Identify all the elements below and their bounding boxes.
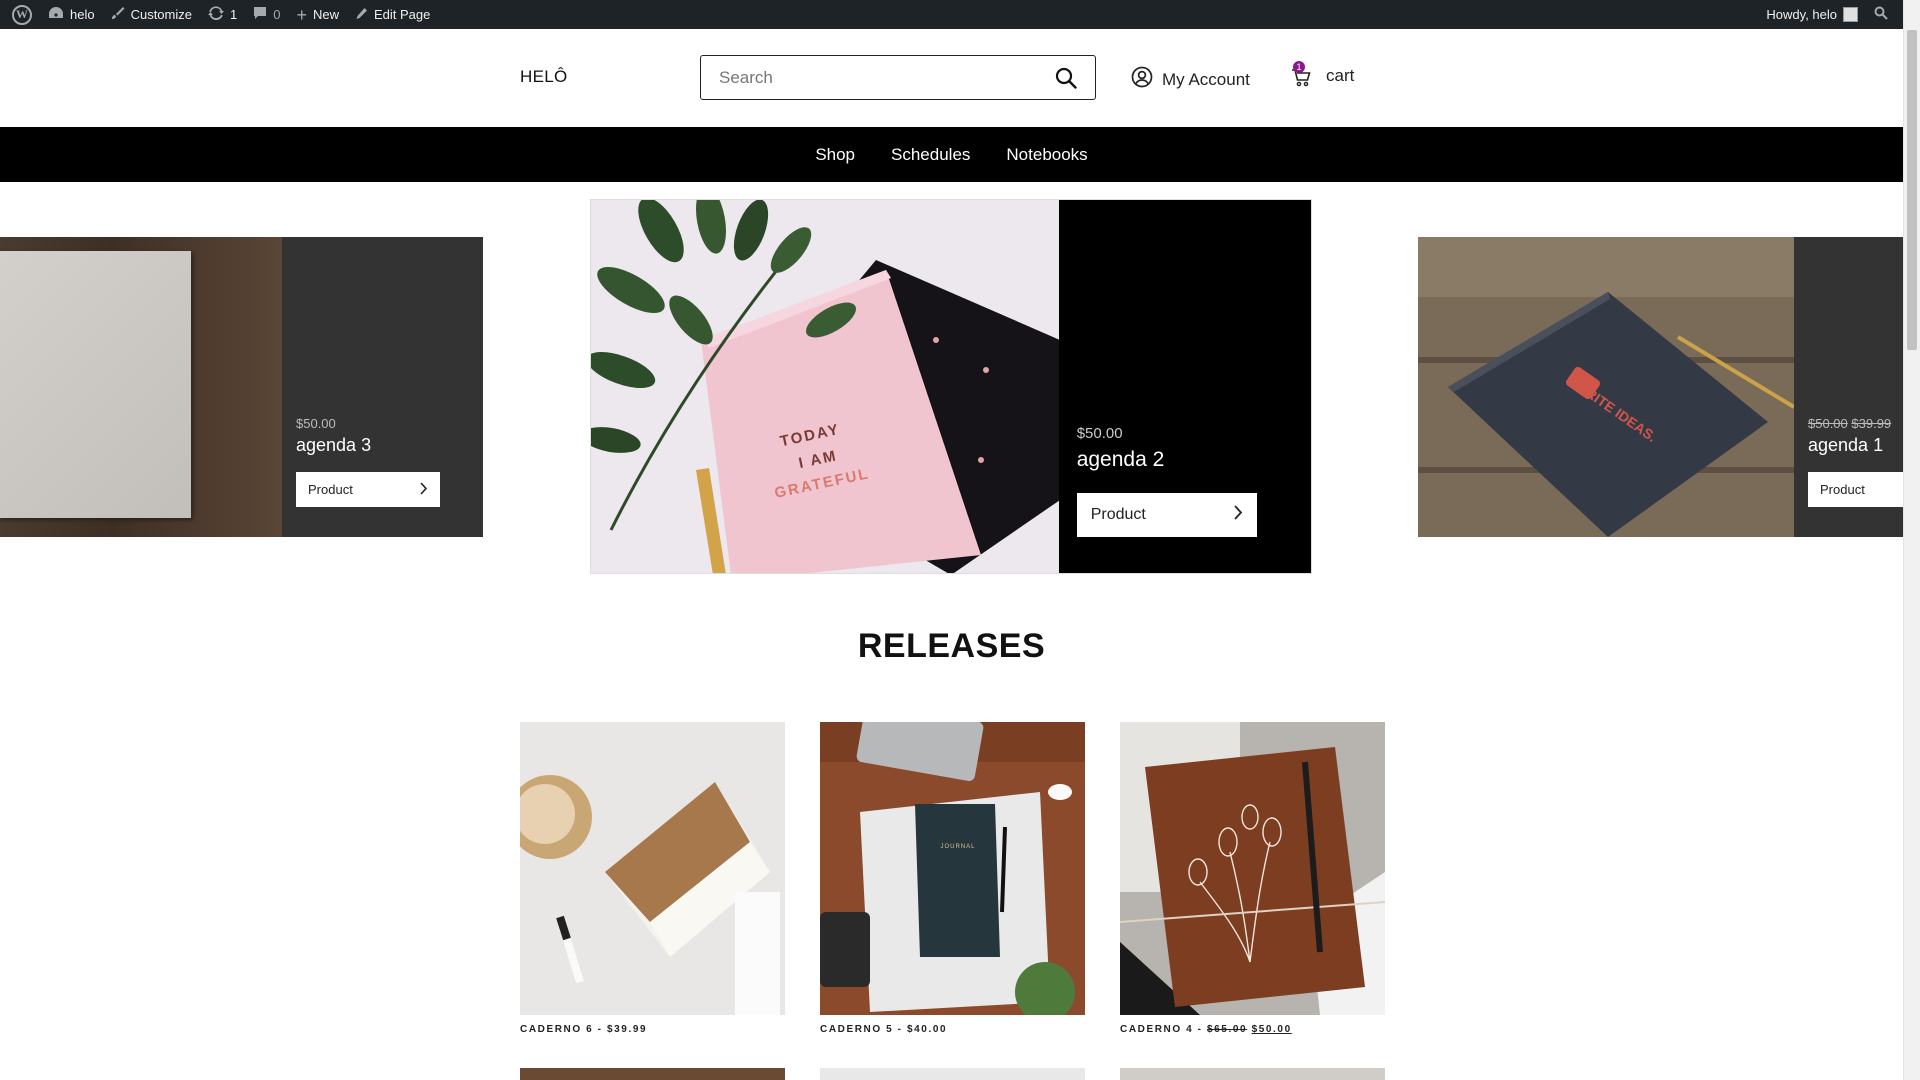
admin-search-button[interactable] (1866, 0, 1896, 29)
wordpress-icon: W (12, 4, 32, 25)
product-image (0, 237, 282, 537)
page-scrollbar[interactable] (1903, 0, 1920, 1080)
slide-price: $50.00 (1076, 425, 1123, 442)
sale-price: $39.99 (1851, 416, 1892, 431)
product-button-label: Product (1820, 482, 1865, 497)
product-card-row2-2[interactable] (820, 1068, 1085, 1080)
slide-info-panel: $50.00 agenda 2 Product (1058, 200, 1311, 573)
search-input[interactable] (719, 67, 1055, 88)
carousel-slide-agenda-1[interactable]: WRITE IDEAS. $50.00 $39.99 agenda 1 Prod… (1418, 237, 1903, 537)
product-label[interactable]: CADERNO 4 - $65.00 $50.00 (1120, 1024, 1385, 1035)
customize-label: Customize (130, 7, 192, 22)
product-button[interactable]: Product (296, 472, 440, 507)
slide-info-panel: $50.00 agenda 3 Product (282, 237, 483, 537)
slide-title: agenda 3 (296, 435, 372, 455)
avatar (1843, 7, 1858, 22)
edit-page-link[interactable]: Edit Page (347, 0, 438, 29)
svg-text:JOURNAL: JOURNAL (940, 844, 975, 850)
notebook-photo: TODAY I AM GRATEFUL (591, 200, 1059, 573)
product-button-label: Product (1090, 506, 1146, 523)
product-image: TODAY I AM GRATEFUL (591, 200, 1059, 573)
main-navigation: Shop Schedules Notebooks (0, 127, 1903, 182)
old-price: $50.00 (1808, 416, 1848, 431)
sale-price: $50.00 (1251, 1024, 1292, 1035)
pencil-icon (355, 7, 368, 23)
search-form (700, 55, 1096, 100)
product-card-caderno-5[interactable]: JOURNAL CADERNO 5 - $40.00 (820, 722, 1085, 1035)
product-card-caderno-4[interactable]: CADERNO 4 - $65.00 $50.00 (1120, 722, 1385, 1035)
my-account-label: My Account (1162, 69, 1250, 89)
edit-page-label: Edit Page (374, 7, 431, 22)
product-label[interactable]: CADERNO 6 - $39.99 (520, 1024, 785, 1035)
slide-price: $50.00 $39.99 (1808, 416, 1891, 431)
product-label[interactable]: CADERNO 5 - $40.00 (820, 1024, 1085, 1035)
nav-item-shop[interactable]: Shop (815, 145, 855, 165)
my-account-menu[interactable]: Howdy, helo (1758, 0, 1866, 29)
new-content-link[interactable]: + New (288, 0, 347, 29)
product-card-row2-1[interactable] (520, 1068, 785, 1080)
product-name: CADERNO 4 (1120, 1024, 1194, 1035)
releases-heading: RELEASES (857, 627, 1046, 665)
nav-item-schedules[interactable]: Schedules (891, 145, 970, 165)
comment-bubble-icon (253, 6, 267, 23)
product-button-label: Product (308, 482, 353, 497)
product-price: $39.99 (606, 1024, 648, 1035)
cart-label: cart (1326, 66, 1355, 85)
search-icon[interactable] (1055, 67, 1077, 89)
product-card-caderno-6[interactable]: CADERNO 6 - $39.99 (520, 722, 785, 1035)
slide-title: agenda 2 (1076, 448, 1165, 471)
admin-bar: W helo Customize 1 0 + New Edit Page How… (0, 0, 1920, 29)
updates-count: 1 (230, 7, 238, 22)
carousel-slide-agenda-3[interactable]: $50.00 agenda 3 Product (0, 237, 483, 537)
user-circle-icon (1131, 66, 1153, 93)
customize-link[interactable]: Customize (103, 0, 200, 29)
site-name-label: helo (70, 7, 95, 22)
product-button[interactable]: Product (1076, 493, 1257, 537)
product-name: CADERNO 6 (520, 1024, 594, 1035)
product-image[interactable] (520, 722, 785, 1015)
product-image[interactable] (1120, 722, 1385, 1015)
new-label: New (312, 7, 339, 22)
slide-price: $50.00 (296, 416, 336, 431)
product-image: WRITE IDEAS. (1418, 237, 1794, 537)
product-card-row2-3[interactable] (1120, 1068, 1385, 1080)
my-account-link[interactable]: My Account (1131, 66, 1250, 93)
separator: - (893, 1024, 907, 1035)
slide-title: agenda 1 (1808, 435, 1884, 455)
product-name: CADERNO 5 (820, 1024, 894, 1035)
comments-link[interactable]: 0 (245, 0, 288, 29)
cart-count-badge: 1 (1293, 61, 1305, 73)
product-price: $40.00 (906, 1024, 948, 1035)
site-name-link[interactable]: helo (40, 0, 103, 29)
separator: - (1193, 1024, 1207, 1035)
comments-count: 0 (273, 7, 281, 22)
product-image[interactable]: JOURNAL (820, 722, 1085, 1015)
chevron-right-icon (1233, 505, 1243, 525)
search-icon (1874, 6, 1888, 23)
site-logo[interactable]: HELÔ (520, 67, 568, 87)
nav-item-notebooks[interactable]: Notebooks (1006, 145, 1087, 165)
updates-icon (208, 6, 224, 23)
brush-icon (111, 6, 125, 23)
cart-icon: 1 (1290, 61, 1312, 88)
slide-info-panel: $50.00 $39.99 agenda 1 Product (1794, 237, 1903, 537)
dashboard-icon (48, 6, 64, 23)
separator: - (593, 1024, 607, 1035)
plus-icon: + (296, 4, 307, 25)
carousel-slide-agenda-2[interactable]: TODAY I AM GRATEFUL $50.00 agenda 2 Prod… (590, 199, 1312, 574)
notebook-image (0, 251, 191, 518)
site-header: HELÔ My Account 1 cart (0, 29, 1903, 127)
product-button[interactable]: Product (1808, 472, 1903, 507)
scrollbar-thumb[interactable] (1907, 30, 1917, 350)
wordpress-logo-button[interactable]: W (4, 0, 40, 29)
cart-link[interactable]: 1 cart (1290, 61, 1355, 88)
chevron-right-icon (419, 481, 428, 498)
old-price: $65.00 (1206, 1024, 1248, 1035)
updates-link[interactable]: 1 (200, 0, 245, 29)
howdy-label: Howdy, helo (1766, 7, 1837, 22)
notebook-photo: WRITE IDEAS. (1418, 237, 1794, 537)
